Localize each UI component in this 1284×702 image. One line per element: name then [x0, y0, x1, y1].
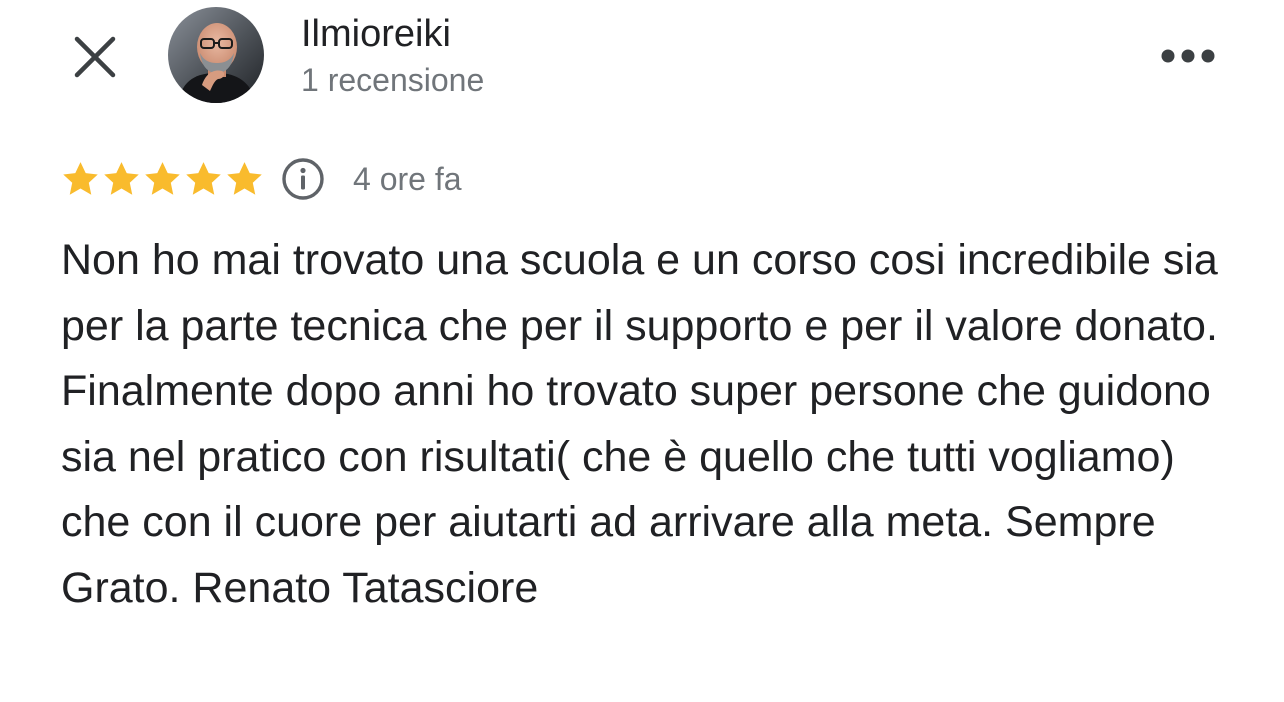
review-time: 4 ore fa [353, 161, 462, 197]
info-button[interactable] [281, 157, 325, 201]
rating-row: 4 ore fa [60, 154, 462, 204]
avatar[interactable] [168, 7, 264, 103]
review-text: Non ho mai trovato una scuola e un corso… [61, 236, 1218, 612]
review-count[interactable]: 1 recensione [301, 60, 484, 100]
info-icon [282, 158, 324, 200]
star-icon [104, 161, 139, 195]
star-icon [145, 161, 180, 195]
more-horizontal-icon [1161, 49, 1215, 63]
close-icon [74, 36, 116, 78]
close-button[interactable] [66, 28, 124, 86]
author-name[interactable]: Ilmioreiki [301, 12, 451, 56]
star-rating [60, 159, 265, 200]
star-icon [63, 161, 98, 195]
more-options-button[interactable] [1156, 36, 1220, 76]
avatar-image [168, 7, 264, 103]
star-icon [186, 161, 221, 195]
star-icon [227, 161, 262, 195]
